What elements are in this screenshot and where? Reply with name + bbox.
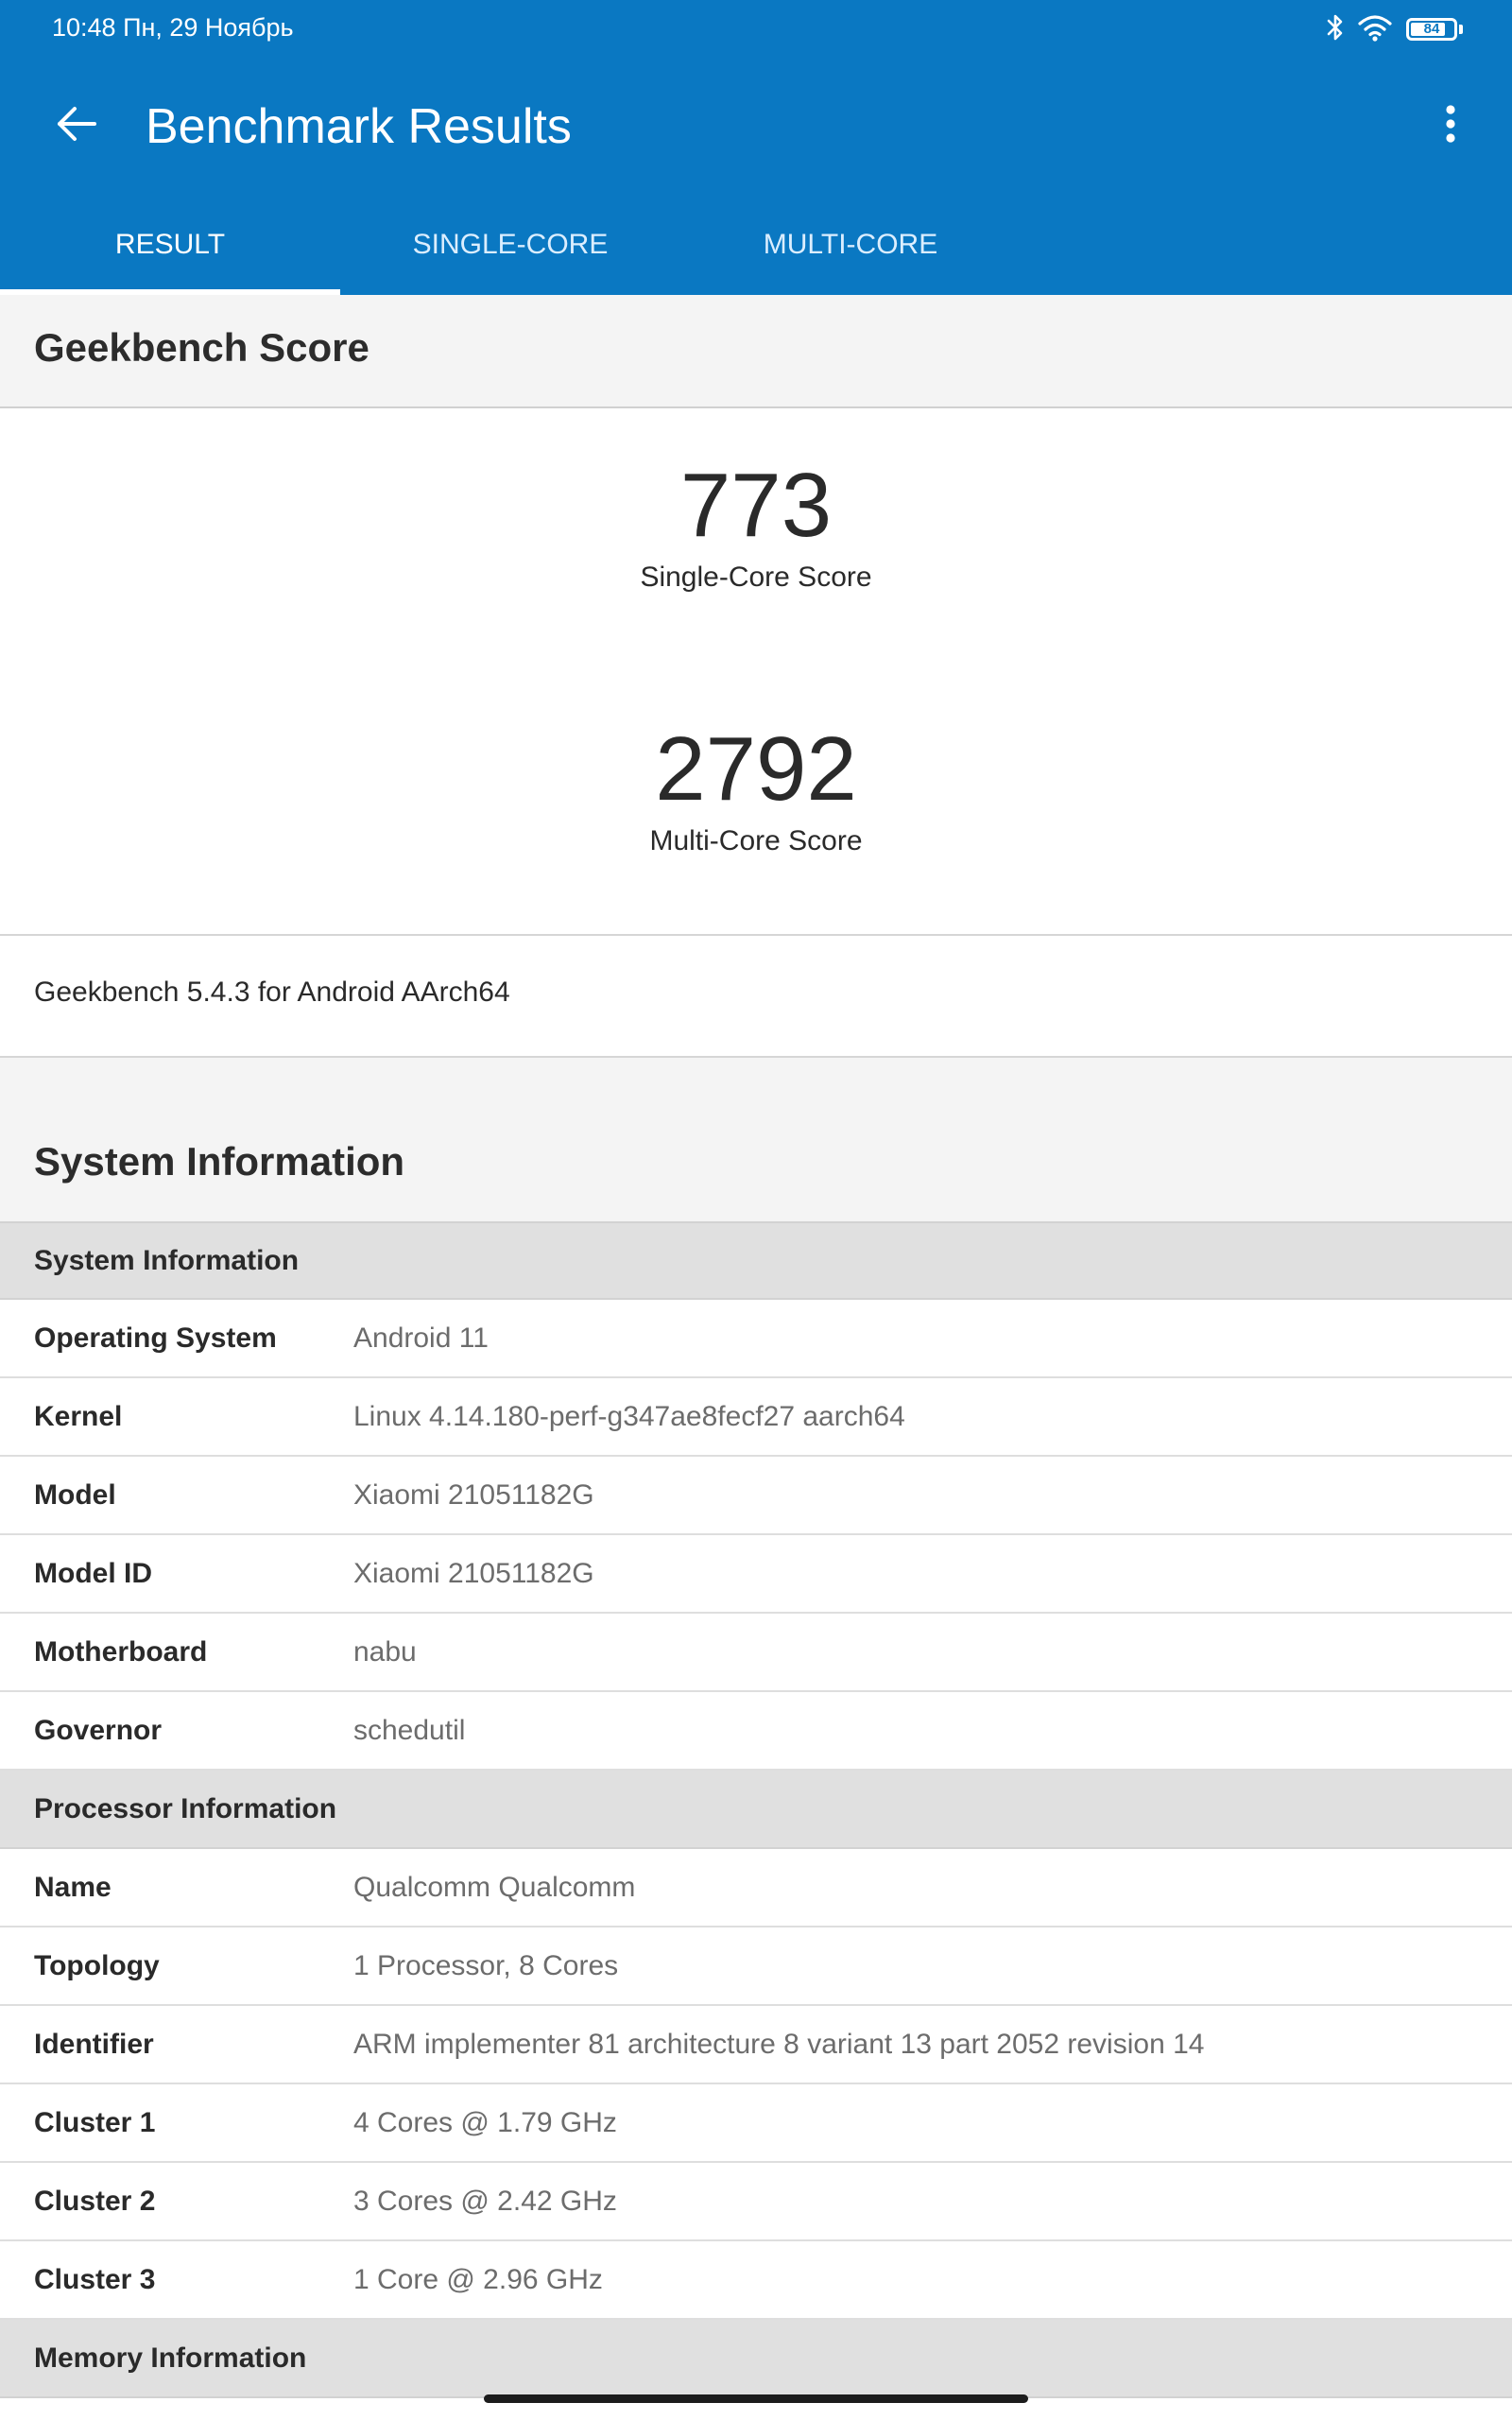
arrow-left-icon	[56, 105, 97, 147]
table-row: Cluster 2 3 Cores @ 2.42 GHz	[0, 2163, 1512, 2241]
row-value: 4 Cores @ 1.79 GHz	[353, 2106, 617, 2138]
table-row: Name Qualcomm Qualcomm	[0, 1849, 1512, 1927]
table-row: Governor schedutil	[0, 1692, 1512, 1771]
row-key: Model	[34, 1478, 116, 1511]
group-header-system: System Information	[0, 1221, 1512, 1300]
multi-core-score: 2792 Multi-Core Score	[0, 717, 1512, 857]
status-bar: 10:48 Пн, 29 Ноябрь 84	[0, 0, 1512, 59]
table-row: Model ID Xiaomi 21051182G	[0, 1535, 1512, 1614]
tab-bar: RESULT SINGLE-CORE MULTI-CORE	[0, 195, 1021, 295]
battery-icon: 84	[1406, 18, 1457, 41]
tab-multi-core[interactable]: MULTI-CORE	[680, 195, 1021, 295]
geekbench-version: Geekbench 5.4.3 for Android AArch64	[34, 977, 510, 1008]
system-section-header: System Information	[0, 1058, 1512, 1221]
row-key: Governor	[34, 1714, 163, 1746]
row-key: Operating System	[34, 1322, 277, 1354]
row-value: schedutil	[353, 1714, 466, 1746]
score-section-header: Geekbench Score	[0, 295, 1512, 408]
group-title: System Information	[34, 1244, 300, 1276]
multi-core-score-label: Multi-Core Score	[649, 825, 863, 856]
back-button[interactable]	[45, 95, 108, 157]
row-key: Cluster 1	[34, 2106, 156, 2138]
row-key: Motherboard	[34, 1635, 208, 1668]
row-key: Model ID	[34, 1557, 152, 1589]
table-row: Topology 1 Processor, 8 Cores	[0, 1927, 1512, 2006]
divider	[0, 934, 1512, 936]
table-row: Kernel Linux 4.14.180-perf-g347ae8fecf27…	[0, 1378, 1512, 1457]
table-row: Cluster 1 4 Cores @ 1.79 GHz	[0, 2084, 1512, 2163]
toolbar: Benchmark Results	[0, 59, 1512, 195]
page-title: Benchmark Results	[146, 99, 572, 154]
battery-cap	[1459, 25, 1463, 34]
score-section-title: Geekbench Score	[34, 325, 369, 370]
row-value: Xiaomi 21051182G	[353, 1478, 594, 1511]
row-key: Topology	[34, 1949, 160, 1981]
row-value: ARM implementer 81 architecture 8 varian…	[353, 2028, 1205, 2060]
row-value: Linux 4.14.180-perf-g347ae8fecf27 aarch6…	[353, 1400, 905, 1432]
bluetooth-icon	[1327, 13, 1344, 46]
table-row: Model Xiaomi 21051182G	[0, 1457, 1512, 1535]
row-key: Cluster 3	[34, 2263, 156, 2295]
row-value: nabu	[353, 1635, 417, 1668]
group-header-memory: Memory Information	[0, 2320, 1512, 2398]
more-vertical-icon	[1445, 104, 1456, 148]
tab-result[interactable]: RESULT	[0, 195, 340, 295]
gesture-nav-handle[interactable]	[484, 2394, 1028, 2403]
multi-core-score-value: 2792	[655, 718, 857, 820]
tab-single-core[interactable]: SINGLE-CORE	[340, 195, 680, 295]
row-key: Identifier	[34, 2028, 154, 2060]
system-info-table: System Information Operating System Andr…	[0, 1221, 1512, 2398]
group-title: Memory Information	[34, 2342, 307, 2374]
row-value: Qualcomm Qualcomm	[353, 1871, 636, 1903]
table-row: Motherboard nabu	[0, 1614, 1512, 1692]
table-row: Identifier ARM implementer 81 architectu…	[0, 2006, 1512, 2084]
system-section-title: System Information	[34, 1139, 405, 1184]
row-value: 3 Cores @ 2.42 GHz	[353, 2185, 617, 2217]
table-row: Operating System Android 11	[0, 1300, 1512, 1378]
status-icons: 84	[1327, 13, 1463, 45]
row-value: 1 Core @ 2.96 GHz	[353, 2263, 603, 2295]
app-bar: 10:48 Пн, 29 Ноябрь 84 Benchmark Results…	[0, 0, 1512, 295]
group-title: Processor Information	[34, 1792, 337, 1824]
single-core-score-value: 773	[679, 455, 833, 556]
single-core-score: 773 Single-Core Score	[0, 454, 1512, 594]
row-key: Name	[34, 1871, 112, 1903]
status-time-date: 10:48 Пн, 29 Ноябрь	[52, 13, 294, 42]
wifi-icon	[1357, 13, 1393, 46]
group-header-processor: Processor Information	[0, 1771, 1512, 1849]
row-value: Xiaomi 21051182G	[353, 1557, 594, 1589]
row-key: Cluster 2	[34, 2185, 156, 2217]
table-row: Cluster 3 1 Core @ 2.96 GHz	[0, 2241, 1512, 2320]
single-core-score-label: Single-Core Score	[640, 562, 872, 593]
battery-level: 84	[1423, 21, 1440, 37]
overflow-menu-button[interactable]	[1419, 95, 1482, 157]
row-key: Kernel	[34, 1400, 123, 1432]
row-value: Android 11	[353, 1322, 489, 1354]
row-value: 1 Processor, 8 Cores	[353, 1949, 619, 1981]
